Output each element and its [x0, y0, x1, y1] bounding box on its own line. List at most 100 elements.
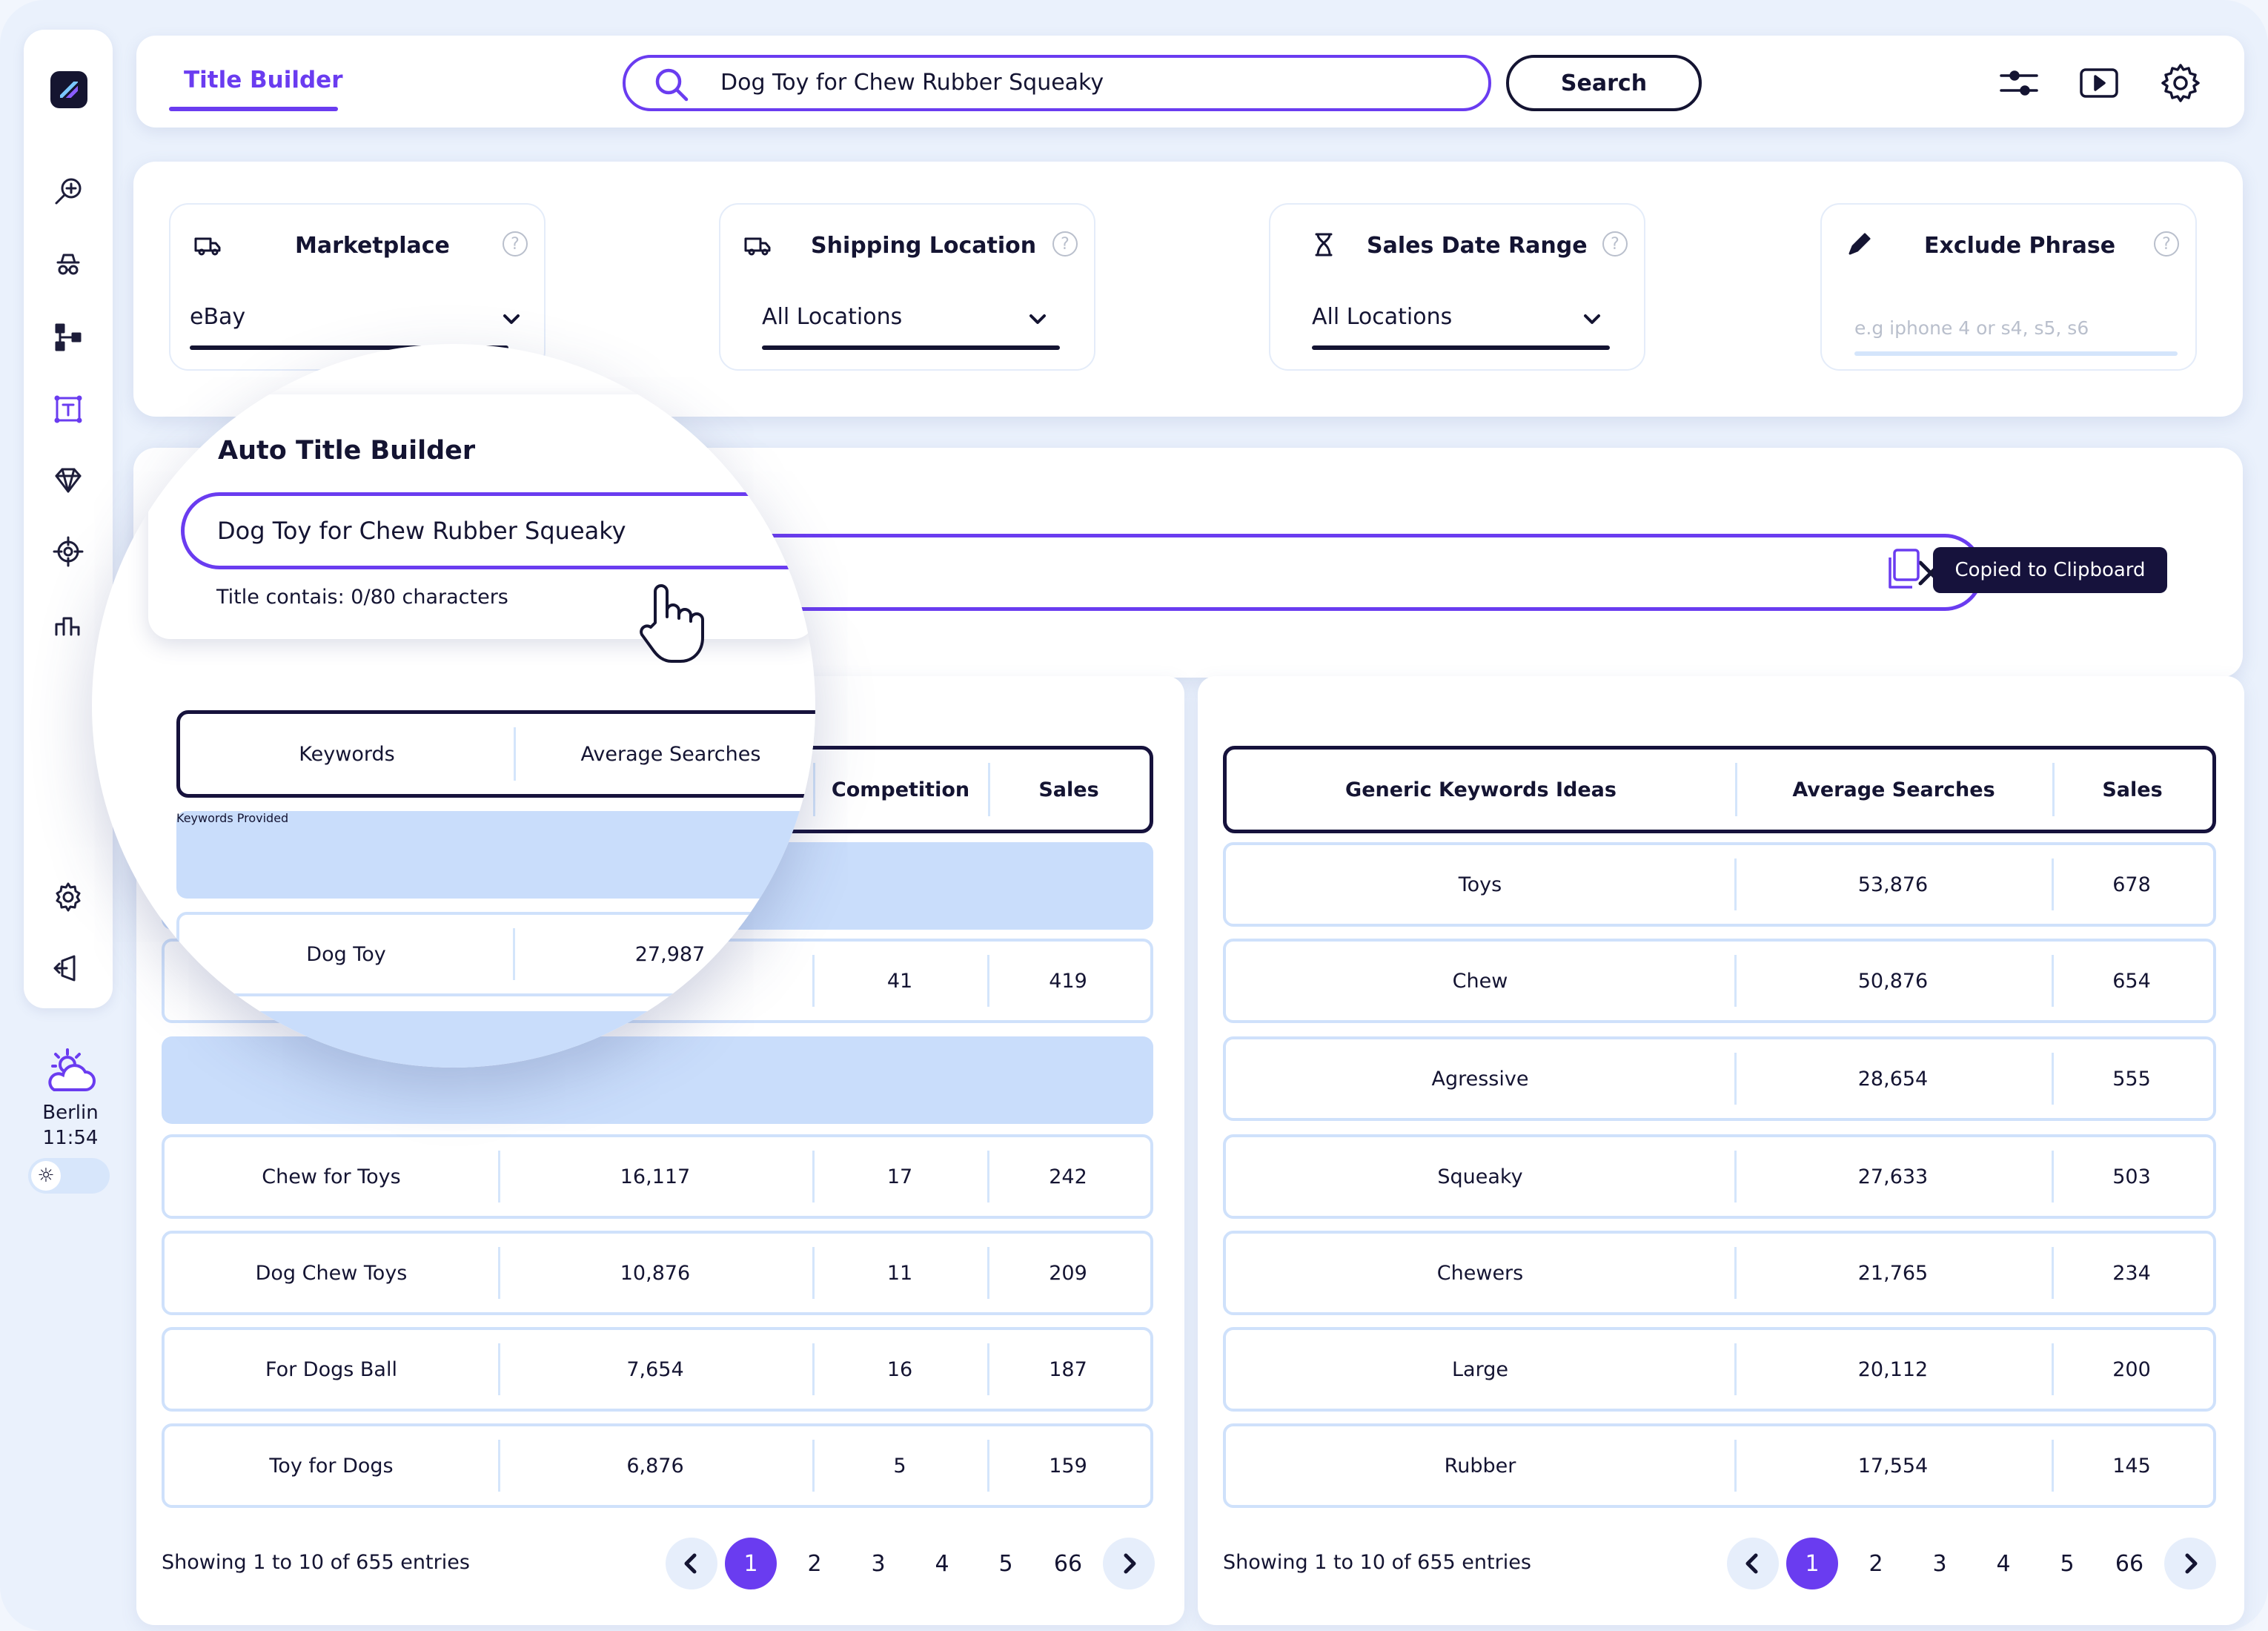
help-icon[interactable]: ?	[503, 231, 528, 257]
target-icon[interactable]	[50, 534, 86, 569]
cell-keyword: Chewers	[1436, 1261, 1524, 1285]
app-frame: Berlin 11:54 ☼ Title Builder Dog Toy for…	[0, 0, 2268, 1631]
group-keywords-provided: Keywords Provided	[176, 811, 815, 899]
header-average-searches[interactable]: Average Searches	[1735, 750, 2052, 830]
group-long-tail-label: Long Tail Keywords	[136, 1011, 249, 1025]
cell-keyword: Dog Toy	[306, 942, 386, 966]
search-button[interactable]: Search	[1506, 55, 1702, 111]
keyword-search-icon[interactable]	[50, 173, 86, 209]
header-sales[interactable]: Sales	[988, 750, 1150, 830]
cell-competition: 17	[886, 1165, 913, 1188]
page-4-button[interactable]: 4	[1977, 1538, 2029, 1589]
table-row[interactable]: Squeaky 27,633 503	[1223, 1134, 2216, 1219]
group-long-tail-keywords: Long Tail Keywords	[136, 1011, 803, 1068]
page-5-button[interactable]: 5	[2041, 1538, 2093, 1589]
table-row[interactable]: Chew for Toys 16,117 17 242	[162, 1134, 1153, 1219]
cell-average-searches: 53,876	[1857, 873, 1929, 896]
chevron-left-icon	[1745, 1553, 1758, 1574]
cell-keyword: For Dogs Ball	[265, 1357, 397, 1381]
tab-title-builder[interactable]: Title Builder	[184, 67, 343, 93]
prev-page-button[interactable]	[1727, 1538, 1779, 1589]
page-3-button[interactable]: 3	[852, 1538, 904, 1589]
table-row[interactable]: Chew 50,876 654	[1223, 939, 2216, 1023]
table-row[interactable]: Dog Toy 27,987	[176, 912, 815, 996]
table-row[interactable]: Rubber 17,554 145	[1223, 1423, 2216, 1508]
header-sales[interactable]: Sales	[2052, 750, 2212, 830]
sales-date-range-filter[interactable]: Sales Date Range ? All Locations	[1269, 203, 1645, 371]
filter-sliders-icon[interactable]	[1998, 62, 2040, 104]
shipping-location-label: Shipping Location	[811, 233, 1037, 259]
chevron-down-icon[interactable]	[1582, 308, 1602, 329]
page-66-button[interactable]: 66	[1042, 1538, 1094, 1589]
weather-cloud-sun-icon	[48, 1048, 96, 1091]
page-2-button[interactable]: 2	[789, 1538, 840, 1589]
search-query: Dog Toy for Chew Rubber Squeaky	[720, 70, 1104, 96]
page-5-button[interactable]: 5	[980, 1538, 1032, 1589]
exclude-phrase-input[interactable]: e.g iphone 4 or s4, s5, s6	[1854, 317, 2089, 339]
header-keywords[interactable]: Keywords	[180, 714, 514, 794]
table-row[interactable]: Large 20,112 200	[1223, 1327, 2216, 1412]
chevron-down-icon[interactable]	[501, 308, 522, 329]
spy-icon[interactable]	[50, 246, 86, 282]
page-3-button[interactable]: 3	[1914, 1538, 1966, 1589]
cell-keyword: Toys	[1458, 873, 1502, 896]
cell-average-searches: 50,876	[1857, 969, 1929, 993]
page-2-button[interactable]: 2	[1850, 1538, 1902, 1589]
title-builder-icon[interactable]	[50, 391, 86, 427]
video-tutorial-icon[interactable]	[2078, 62, 2120, 104]
right-pagination: 1 2 3 4 5 66	[1727, 1538, 2216, 1589]
cell-average-searches: 20,112	[1857, 1357, 1929, 1381]
prev-page-button[interactable]	[666, 1538, 717, 1589]
theme-toggle[interactable]: ☼	[28, 1158, 110, 1194]
help-icon[interactable]: ?	[2154, 231, 2179, 257]
cell-average-searches: 27,987	[634, 942, 706, 966]
settings-icon[interactable]	[50, 879, 86, 915]
logout-icon[interactable]	[50, 950, 86, 986]
group-keywords-provided-label: Keywords Provided	[176, 811, 289, 825]
auto-title-builder-heading: Auto Title Builder	[218, 436, 476, 466]
page-66-button[interactable]: 66	[2103, 1538, 2155, 1589]
chevron-down-icon[interactable]	[1027, 308, 1048, 329]
search-input[interactable]: Dog Toy for Chew Rubber Squeaky	[623, 55, 1491, 111]
category-tree-icon[interactable]	[50, 319, 86, 354]
header-generic-keywords[interactable]: Generic Keywords Ideas	[1227, 750, 1735, 830]
title-input[interactable]: Dog Toy for Chew Rubber Squeaky	[181, 492, 815, 569]
magnifier-lens: Auto Title Builder Dog Toy for Chew Rubb…	[92, 344, 815, 1068]
table-row[interactable]: Toys 53,876 678	[1223, 842, 2216, 927]
table-row[interactable]: Agressive 28,654 555	[1223, 1036, 2216, 1121]
cell-keyword: Dog Chew Toys	[255, 1261, 408, 1285]
page-1-button[interactable]: 1	[725, 1538, 777, 1589]
header-competition[interactable]: Competition	[813, 750, 988, 830]
help-icon[interactable]: ?	[1602, 231, 1628, 257]
pointer-hand-icon	[633, 578, 714, 667]
weather-city: Berlin	[42, 1102, 99, 1124]
page-1-button[interactable]: 1	[1786, 1538, 1838, 1589]
cell-average-searches: 27,633	[1857, 1165, 1929, 1188]
page-4-button[interactable]: 4	[916, 1538, 968, 1589]
cell-average-searches: 10,876	[620, 1261, 691, 1285]
cell-sales: 503	[2112, 1165, 2151, 1188]
copy-icon[interactable]	[1883, 547, 1923, 592]
next-page-button[interactable]	[1103, 1538, 1155, 1589]
title-input-extension[interactable]	[763, 534, 1983, 611]
diamond-icon[interactable]	[50, 463, 86, 498]
rank-icon[interactable]	[50, 605, 86, 641]
sun-icon: ☼	[31, 1161, 61, 1191]
cell-keyword: Chew	[1452, 969, 1508, 993]
app-logo[interactable]	[50, 71, 87, 108]
exclude-phrase-label: Exclude Phrase	[1924, 233, 2116, 259]
header-average-searches[interactable]: Average Searches	[514, 714, 815, 794]
cell-average-searches: 6,876	[626, 1454, 684, 1478]
magnified-table-header: Keywords Average Searches	[176, 710, 815, 798]
table-row[interactable]: Chewers 21,765 234	[1223, 1231, 2216, 1315]
cell-sales: 678	[2112, 873, 2151, 896]
copied-to-clipboard-badge[interactable]: Copied to Clipboard	[1933, 547, 2167, 593]
cell-average-searches: 21,765	[1857, 1261, 1929, 1285]
table-row[interactable]: For Dogs Ball 7,654 16 187	[162, 1327, 1153, 1412]
cell-keyword: Chew for Toys	[262, 1165, 401, 1188]
table-row[interactable]: Dog Chew Toys 10,876 11 209	[162, 1231, 1153, 1315]
help-icon[interactable]: ?	[1052, 231, 1078, 257]
gear-icon[interactable]	[2160, 62, 2201, 104]
table-row[interactable]: Toy for Dogs 6,876 5 159	[162, 1423, 1153, 1508]
next-page-button[interactable]	[2164, 1538, 2216, 1589]
